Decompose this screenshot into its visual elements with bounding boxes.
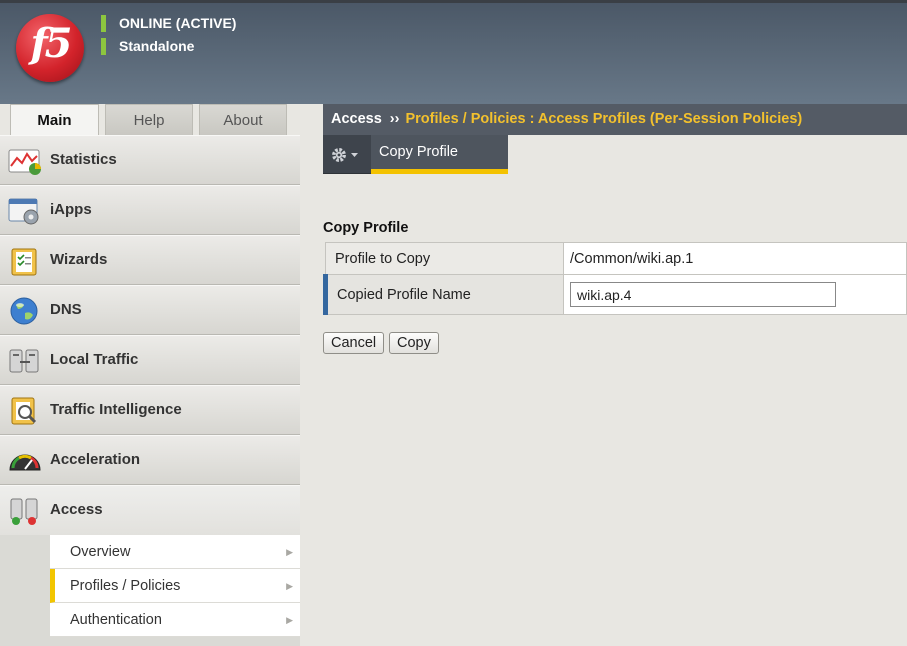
form-value-cell: [563, 274, 907, 315]
form-row: Profile to Copy /Common/wiki.ap.1: [325, 242, 907, 275]
cancel-button[interactable]: Cancel: [323, 332, 385, 354]
gear-menu-button[interactable]: [323, 135, 371, 174]
sidebar-item-statistics[interactable]: Statistics: [0, 135, 300, 185]
chevron-right-icon: ▶: [286, 547, 293, 557]
section-title: Copy Profile: [323, 220, 409, 236]
top-banner: f5 ONLINE (ACTIVE) Standalone: [0, 0, 907, 104]
sidebar-item-local-traffic[interactable]: Local Traffic: [0, 335, 300, 385]
sidebar-item-access[interactable]: Access: [0, 485, 300, 535]
sidebar-item-label: iApps: [50, 201, 92, 218]
sidebar-item-traffic-intelligence[interactable]: Traffic Intelligence: [0, 385, 300, 435]
breadcrumb: Access ›› Profiles / Policies : Access Pro…: [323, 104, 907, 135]
sidebar-item-label: Statistics: [50, 151, 117, 168]
sidebar-item-dns[interactable]: DNS: [0, 285, 300, 335]
access-icon: [10, 498, 38, 525]
sidebar-item-iapps[interactable]: iApps: [0, 185, 300, 235]
sidebar-item-label: DNS: [50, 301, 82, 318]
page-toolbar: Copy Profile: [323, 135, 907, 175]
statistics-icon: [8, 149, 41, 175]
sidebar-item-label: Local Traffic: [50, 351, 139, 368]
submenu-item-overview[interactable]: Overview ▶: [50, 535, 300, 569]
main-content: Copy Profile Profile to Copy /Common/wik…: [323, 175, 907, 646]
chevron-down-icon: [351, 153, 358, 157]
chevron-right-icon: ▶: [286, 581, 293, 591]
local-traffic-icon: [9, 349, 39, 373]
tab-about[interactable]: About: [199, 104, 287, 135]
sidebar-item-label: Access: [50, 501, 103, 518]
sidebar-item-label: Traffic Intelligence: [50, 401, 182, 418]
gear-icon: [332, 148, 358, 162]
sidebar-item-label: Acceleration: [50, 451, 141, 468]
logo-text: f5: [30, 20, 72, 67]
main-tabs: Main Help About: [0, 104, 300, 136]
breadcrumb-separator: ››: [389, 111, 400, 127]
f5-logo[interactable]: f5: [16, 14, 84, 82]
acceleration-gauge-icon: [9, 454, 41, 471]
submenu-item-label: Profiles / Policies: [70, 578, 181, 594]
access-submenu: Overview ▶ Profiles / Policies ▶ Authent…: [50, 535, 300, 637]
status-online: ONLINE (ACTIVE): [101, 15, 236, 32]
iapps-icon: [8, 198, 39, 225]
traffic-intelligence-icon: [11, 397, 37, 425]
status-standalone: Standalone: [101, 38, 194, 55]
form-row: Copied Profile Name: [323, 274, 907, 315]
sidebar-item-label: Wizards: [50, 251, 108, 268]
profile-to-copy-value: /Common/wiki.ap.1: [563, 242, 907, 275]
wizards-icon: [11, 248, 37, 276]
submenu-item-label: Overview: [70, 544, 131, 560]
tab-copy-profile[interactable]: Copy Profile: [371, 135, 508, 174]
breadcrumb-root[interactable]: Access: [331, 111, 382, 127]
copy-button[interactable]: Copy: [389, 332, 439, 354]
copy-profile-form: Profile to Copy /Common/wiki.ap.1 Copied…: [323, 242, 907, 315]
breadcrumb-path[interactable]: Profiles / Policies : Access Profiles (P…: [405, 111, 802, 127]
copied-profile-name-input[interactable]: [570, 282, 836, 307]
sidebar-item-wizards[interactable]: Wizards: [0, 235, 300, 285]
sidebar-item-acceleration[interactable]: Acceleration: [0, 435, 300, 485]
field-label: Copied Profile Name: [323, 274, 564, 315]
field-label: Profile to Copy: [325, 242, 564, 275]
sidebar: Statistics iApps Wizards DNS Local Traff…: [0, 135, 300, 646]
submenu-item-label: Authentication: [70, 612, 162, 628]
submenu-item-profiles-policies[interactable]: Profiles / Policies ▶: [50, 569, 300, 603]
tab-main[interactable]: Main: [10, 104, 99, 136]
chevron-right-icon: ▶: [286, 615, 293, 625]
submenu-item-authentication[interactable]: Authentication ▶: [50, 603, 300, 637]
dns-globe-icon: [10, 297, 38, 325]
tab-help[interactable]: Help: [105, 104, 193, 135]
